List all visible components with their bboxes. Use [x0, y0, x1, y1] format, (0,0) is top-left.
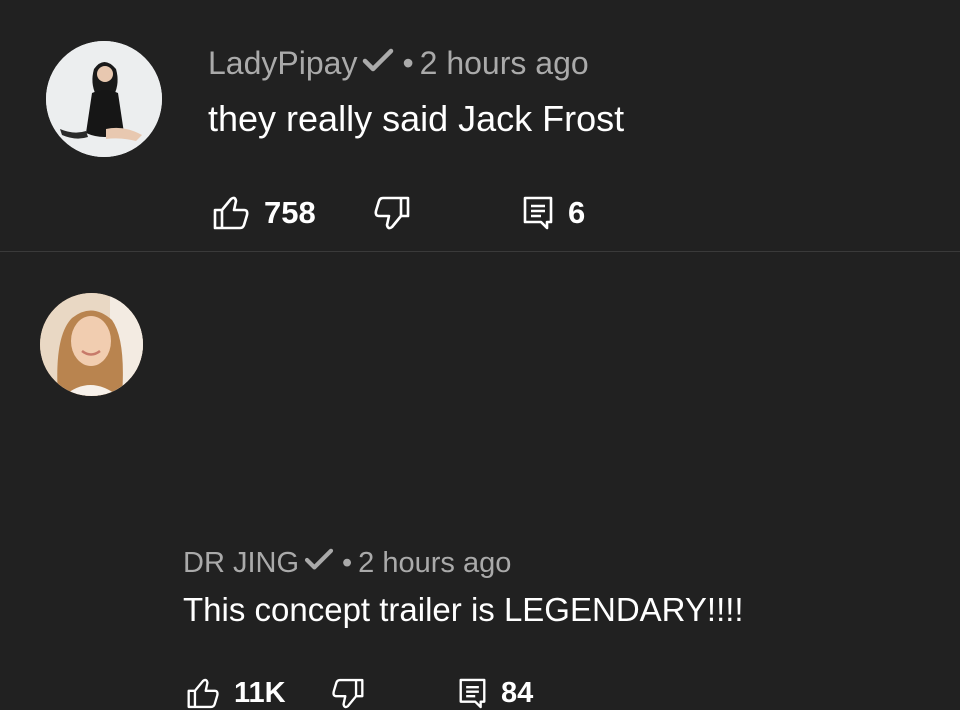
thumbs-up-icon: [212, 195, 250, 231]
avatar[interactable]: [46, 41, 162, 157]
author-name[interactable]: LadyPipay: [208, 45, 357, 82]
comment-text: they really said Jack Frost: [208, 98, 625, 139]
reply-count: 6: [568, 195, 586, 230]
like-count: 11K: [234, 677, 286, 709]
reply-icon: [522, 195, 554, 231]
thumbs-up-icon: [186, 677, 220, 710]
reply-icon: [458, 677, 487, 710]
avatar-image: [40, 293, 143, 396]
comment-meta: DR JING • 2 hours ago: [183, 545, 511, 581]
comment-item: LadyPipay • 2 hours ago they really said…: [0, 0, 960, 251]
separator: •: [402, 44, 414, 81]
dislike-button[interactable]: [331, 677, 365, 710]
comment-meta: LadyPipay • 2 hours ago: [208, 44, 589, 82]
comment-item: DR JING • 2 hours ago This concept trail…: [0, 252, 960, 709]
reply-button[interactable]: 84: [458, 677, 533, 710]
like-count: 758: [264, 195, 316, 230]
timestamp[interactable]: 2 hours ago: [358, 547, 511, 580]
author-name[interactable]: DR JING: [183, 547, 299, 580]
like-button[interactable]: 11K: [186, 677, 286, 710]
avatar-image: [46, 41, 162, 157]
avatar[interactable]: [40, 293, 143, 396]
verified-check-icon: [362, 45, 394, 82]
separator: •: [342, 546, 353, 579]
reply-count: 84: [501, 677, 534, 709]
verified-check-icon: [304, 547, 334, 580]
timestamp[interactable]: 2 hours ago: [420, 45, 589, 82]
thumbs-down-icon: [373, 195, 411, 231]
reply-button[interactable]: 6: [522, 195, 585, 231]
comment-text: This concept trailer is LEGENDARY!!!!: [183, 591, 744, 628]
like-button[interactable]: 758: [212, 195, 316, 231]
dislike-button[interactable]: [373, 195, 411, 231]
thumbs-down-icon: [331, 677, 365, 710]
